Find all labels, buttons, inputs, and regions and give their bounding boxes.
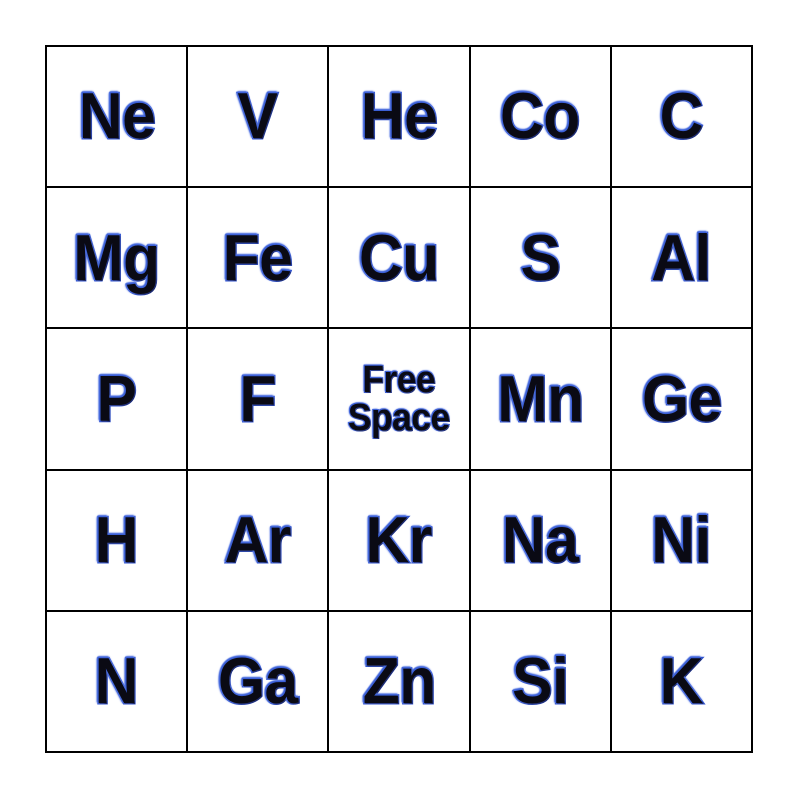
bingo-cell-label: Fe <box>222 220 295 294</box>
bingo-cell[interactable]: P <box>47 329 189 471</box>
bingo-cell[interactable]: N <box>47 611 189 753</box>
bingo-cell-label: N <box>94 644 140 718</box>
bingo-cell[interactable]: H <box>47 470 189 612</box>
bingo-cell-label: Ni <box>650 503 713 577</box>
free-space-label: Free Space <box>347 358 451 439</box>
bingo-cell[interactable]: Cu <box>329 188 471 330</box>
bingo-cell[interactable]: He <box>329 47 471 189</box>
bingo-cell[interactable]: Fe <box>188 188 330 330</box>
bingo-cell[interactable]: Ni <box>611 470 753 612</box>
bingo-cell-label: Zn <box>361 644 437 718</box>
bingo-cell-label: H <box>94 503 140 577</box>
bingo-cell[interactable]: F <box>188 329 330 471</box>
bingo-cell-label: He <box>359 79 439 153</box>
bingo-cell-label: Al <box>650 220 713 294</box>
bingo-cell-label: Co <box>499 79 582 153</box>
bingo-cell-label: P <box>95 361 138 435</box>
bingo-cell[interactable]: Ar <box>188 470 330 612</box>
bingo-cell-label: F <box>238 361 278 435</box>
bingo-cell[interactable]: Al <box>611 188 753 330</box>
bingo-cell-label: Ge <box>640 361 723 435</box>
bingo-cell[interactable]: Zn <box>329 611 471 753</box>
bingo-cell-label: Na <box>501 503 581 577</box>
bingo-cell-label: Mg <box>72 220 162 294</box>
bingo-cell-label: Cu <box>358 220 441 294</box>
bingo-cell-label: V <box>236 79 279 153</box>
bingo-cell[interactable]: Ga <box>188 611 330 753</box>
bingo-cell-label: Kr <box>364 503 434 577</box>
bingo-cell[interactable]: Co <box>470 47 612 189</box>
bingo-cell[interactable]: Na <box>470 470 612 612</box>
bingo-cell[interactable]: K <box>611 611 753 753</box>
bingo-cell[interactable]: Si <box>470 611 612 753</box>
bingo-grid: Ne V He Co C Mg Fe Cu S Al P F Free Space Mn Ge H Ar Kr Na… <box>45 45 753 753</box>
bingo-cell-label: Ne <box>77 79 157 153</box>
bingo-cell-label: Mn <box>496 361 586 435</box>
bingo-cell-label: K <box>658 644 704 718</box>
bingo-cell-label: Si <box>511 644 570 718</box>
bingo-cell[interactable]: Ge <box>611 329 753 471</box>
bingo-cell[interactable]: Kr <box>329 470 471 612</box>
bingo-cell-label: Ar <box>223 503 293 577</box>
bingo-cell[interactable]: Mg <box>47 188 189 330</box>
bingo-cell[interactable]: Ne <box>47 47 189 189</box>
bingo-cell[interactable]: V <box>188 47 330 189</box>
bingo-cell[interactable]: Mn <box>470 329 612 471</box>
bingo-card-stage: Ne V He Co C Mg Fe Cu S Al P F Free Space Mn Ge H Ar Kr Na… <box>0 0 800 800</box>
bingo-cell-free-space[interactable]: Free Space <box>329 329 471 471</box>
bingo-cell-label: C <box>658 79 704 153</box>
bingo-cell[interactable]: C <box>611 47 753 189</box>
bingo-cell[interactable]: S <box>470 188 612 330</box>
bingo-cell-label: S <box>519 220 562 294</box>
bingo-cell-label: Ga <box>217 644 300 718</box>
